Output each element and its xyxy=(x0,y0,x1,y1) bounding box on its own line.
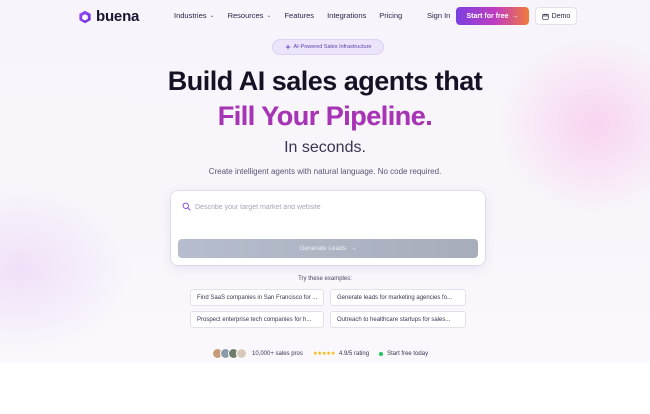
badge-label: AI-Powered Sales Infrastructure xyxy=(293,44,372,50)
nav-link-resources[interactable]: Resources ⌄ xyxy=(228,11,272,20)
hexagon-logo-icon xyxy=(79,10,91,23)
nav-link-label: Resources xyxy=(227,11,264,20)
sign-in-link[interactable]: Sign In xyxy=(427,11,450,20)
hero-description: Create intelligent agents with natural l… xyxy=(208,167,442,176)
avatar-group xyxy=(212,348,247,359)
example-chip[interactable]: Generate leads for marketing agencies fo… xyxy=(330,289,466,306)
hero-title-line-2: Fill Your Pipeline. xyxy=(0,101,650,132)
nav-link-label: Integrations xyxy=(327,11,367,20)
start-for-free-button[interactable]: Start for free → xyxy=(456,7,529,25)
status-dot-icon xyxy=(379,351,384,356)
nav-link-label: Industries xyxy=(174,11,207,20)
hero-badge: AI-Powered Sales Infrastructure xyxy=(272,39,384,55)
nav-link-features[interactable]: Features xyxy=(284,11,314,20)
social-proof: 10,000+ sales pros ★★★★★ 4.9/5 rating St… xyxy=(212,348,428,359)
search-icon xyxy=(182,202,191,211)
generate-leads-label: Generate Leads xyxy=(299,245,347,252)
sparkle-icon xyxy=(284,44,291,50)
chevron-down-icon: ⌄ xyxy=(266,13,272,19)
demo-label: Demo xyxy=(551,12,571,20)
top-navigation: buena Industries ⌄ Resources ⌄ Features … xyxy=(0,0,650,32)
start-for-free-label: Start for free xyxy=(466,12,509,20)
nav-link-integrations[interactable]: Integrations xyxy=(327,11,366,20)
demo-button[interactable]: Demo xyxy=(535,7,577,25)
brand-logo[interactable]: buena xyxy=(78,8,139,25)
hero-subtitle: In seconds. xyxy=(284,139,366,156)
calendar-icon xyxy=(542,13,549,20)
example-chip[interactable]: Prospect enterprise tech companies for h… xyxy=(190,311,324,328)
examples-heading: Try these examples: xyxy=(298,276,352,282)
nav-links: Industries ⌄ Resources ⌄ Features Integr… xyxy=(174,11,402,20)
start-free-text: Start free today xyxy=(387,350,429,357)
user-count: 10,000+ sales pros xyxy=(252,350,303,357)
nav-link-industries[interactable]: Industries ⌄ xyxy=(174,11,215,20)
nav-link-pricing[interactable]: Pricing xyxy=(379,11,402,20)
example-chip[interactable]: Find SaaS companies in San Francisco for… xyxy=(190,289,324,306)
arrow-right-icon: → xyxy=(511,12,519,20)
brand-name: buena xyxy=(96,8,140,25)
rating-text: 4.9/5 rating xyxy=(339,350,370,357)
nav-link-label: Features xyxy=(284,11,315,20)
star-rating-icon: ★★★★★ xyxy=(312,350,336,357)
generate-leads-button[interactable]: Generate Leads → xyxy=(178,239,478,258)
arrow-right-icon: → xyxy=(350,245,357,252)
example-chip[interactable]: Outreach to healthcare startups for sale… xyxy=(330,311,466,328)
target-market-input[interactable] xyxy=(195,200,465,214)
page-footer-strip xyxy=(0,362,650,414)
nav-link-label: Pricing xyxy=(379,11,403,20)
chevron-down-icon: ⌄ xyxy=(209,13,215,19)
hero-title-line-1: Build AI sales agents that xyxy=(167,66,483,96)
avatar xyxy=(236,348,247,359)
prompt-card: Generate Leads → xyxy=(171,191,485,265)
